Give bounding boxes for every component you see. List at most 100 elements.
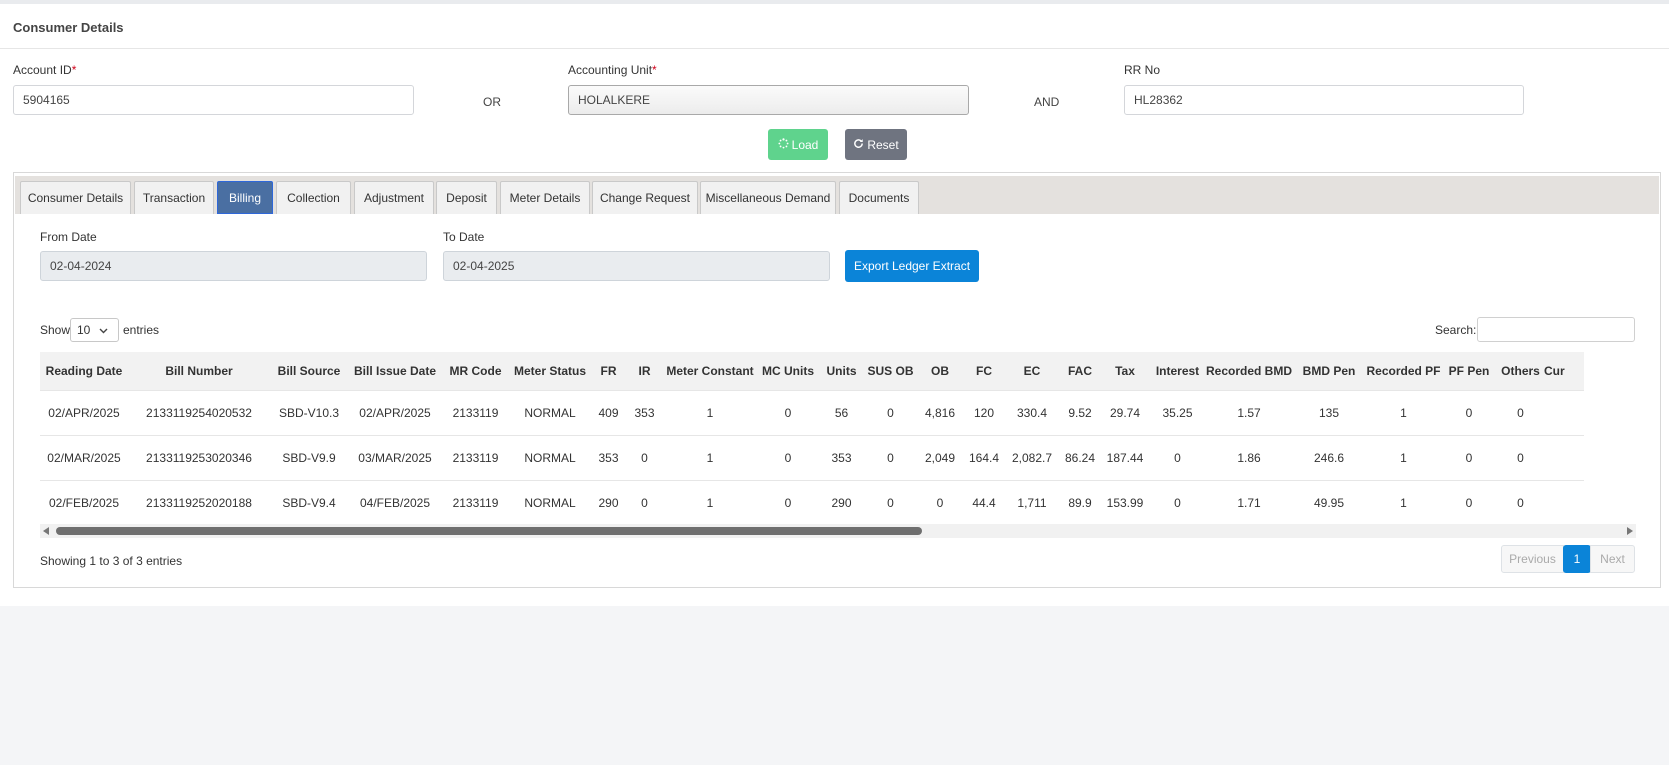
table-cell: 0 [864, 435, 917, 481]
table-cell: 1,711 [1005, 480, 1059, 524]
table-cell: 04/FEB/2025 [348, 480, 442, 524]
column-header[interactable]: MR Code [442, 352, 509, 391]
column-header[interactable]: Bill Issue Date [348, 352, 442, 391]
scroll-right-arrow-icon[interactable] [1627, 527, 1633, 535]
chevron-down-icon [99, 323, 108, 337]
load-button[interactable]: Load [768, 129, 828, 160]
column-header[interactable]: MC Units [757, 352, 819, 391]
table-cell: 1 [663, 390, 757, 436]
page-length-select[interactable]: 10 [70, 318, 119, 342]
column-header[interactable]: OB [917, 352, 963, 391]
export-ledger-button[interactable]: Export Ledger Extract [845, 250, 979, 282]
column-header[interactable]: SUS OB [864, 352, 917, 391]
from-date-label: From Date [40, 230, 97, 244]
column-header[interactable]: Recorded PF [1366, 352, 1442, 391]
table-cell: 0 [1441, 480, 1498, 524]
table-cell: 135 [1292, 390, 1367, 436]
divider [0, 48, 1669, 49]
tab-billing[interactable]: Billing [217, 181, 273, 214]
pagination-page-1[interactable]: 1 [1563, 545, 1591, 573]
table-cell: NORMAL [509, 480, 591, 524]
column-header[interactable]: FC [963, 352, 1005, 391]
search-input[interactable] [1477, 317, 1635, 342]
table-cell: 1.71 [1206, 480, 1293, 524]
table-cell: 1 [1366, 480, 1442, 524]
column-header[interactable]: Units [819, 352, 864, 391]
table-cell: 0 [1497, 435, 1545, 481]
table-cell: 86.24 [1059, 435, 1101, 481]
table-cell: 290 [591, 480, 626, 524]
table-cell: 1 [663, 435, 757, 481]
column-header[interactable]: Meter Status [509, 352, 591, 391]
table-cell [1544, 480, 1585, 524]
table-cell: 120 [963, 390, 1005, 436]
column-header[interactable]: Interest [1149, 352, 1206, 391]
table-row: 02/MAR/2025 2133119253020346 SBD-V9.9 03/MA… [40, 435, 1585, 481]
table-cell: 330.4 [1005, 390, 1059, 436]
table-cell: 0 [757, 390, 819, 436]
account-id-label: Account ID* [13, 63, 77, 77]
billing-table-wrap: Reading Date Bill Number Bill Source Bill I… [40, 352, 1636, 524]
table-cell: 290 [819, 480, 864, 524]
to-date-label: To Date [443, 230, 485, 244]
table-cell: 0 [626, 480, 663, 524]
scroll-left-arrow-icon[interactable] [43, 527, 49, 535]
table-cell: 49.95 [1292, 480, 1367, 524]
column-header[interactable]: PF Pen [1441, 352, 1498, 391]
column-header[interactable]: Tax [1101, 352, 1149, 391]
column-header[interactable]: BMD Pen [1292, 352, 1367, 391]
horizontal-scrollbar[interactable] [40, 524, 1636, 538]
column-header[interactable]: FR [591, 352, 626, 391]
column-header[interactable]: Others [1497, 352, 1545, 391]
column-header[interactable]: Cur [1544, 352, 1585, 391]
table-cell: 0 [1497, 390, 1545, 436]
table-cell: 02/FEB/2025 [40, 480, 128, 524]
scrollbar-thumb[interactable] [56, 527, 922, 535]
table-cell: 0 [1441, 390, 1498, 436]
table-cell: 4,816 [917, 390, 963, 436]
table-header-row: Reading Date Bill Number Bill Source Bill I… [40, 352, 1585, 391]
table-cell: 1.86 [1206, 435, 1293, 481]
pagination-next[interactable]: Next [1590, 545, 1635, 573]
column-header[interactable]: Bill Source [270, 352, 348, 391]
pagination-previous[interactable]: Previous [1501, 545, 1564, 573]
table-cell: 153.99 [1101, 480, 1149, 524]
table-cell: 353 [819, 435, 864, 481]
tab-miscellaneous-demand[interactable]: Miscellaneous Demand [700, 181, 836, 214]
table-cell: 2133119 [442, 435, 509, 481]
table-cell: 1 [1366, 390, 1442, 436]
table-cell [1544, 435, 1585, 481]
table-cell: 0 [1441, 435, 1498, 481]
tab-change-request[interactable]: Change Request [592, 181, 698, 214]
and-text: AND [1034, 95, 1060, 109]
tab-consumer-details[interactable]: Consumer Details [20, 181, 131, 214]
to-date-input[interactable]: 02-04-2025 [443, 251, 830, 281]
table-cell: 2133119254020532 [128, 390, 270, 436]
accounting-unit-select[interactable]: HOLALKERE [568, 85, 969, 115]
table-cell: 44.4 [963, 480, 1005, 524]
tab-meter-details[interactable]: Meter Details [500, 181, 590, 214]
from-date-input[interactable]: 02-04-2024 [40, 251, 427, 281]
column-header[interactable]: IR [626, 352, 663, 391]
column-header[interactable]: Reading Date [40, 352, 128, 391]
tab-bar: Consumer Details Transaction Billing Col… [15, 176, 1659, 214]
column-header[interactable]: Meter Constant [663, 352, 757, 391]
table-cell: 0 [1497, 480, 1545, 524]
reset-button[interactable]: Reset [845, 129, 907, 160]
column-header[interactable]: FAC [1059, 352, 1101, 391]
column-header[interactable]: Recorded BMD [1206, 352, 1293, 391]
column-header[interactable]: Bill Number [128, 352, 270, 391]
tab-documents[interactable]: Documents [839, 181, 919, 214]
table-cell: 35.25 [1149, 390, 1206, 436]
tab-deposit[interactable]: Deposit [436, 181, 497, 214]
table-cell: 2133119252020188 [128, 480, 270, 524]
table-cell: 0 [1149, 480, 1206, 524]
rr-no-input[interactable]: HL28362 [1124, 85, 1524, 115]
column-header[interactable]: EC [1005, 352, 1059, 391]
table-cell: 0 [1149, 435, 1206, 481]
table-cell: 0 [864, 390, 917, 436]
account-id-input[interactable]: 5904165 [13, 85, 414, 115]
tab-adjustment[interactable]: Adjustment [354, 181, 434, 214]
tab-collection[interactable]: Collection [276, 181, 351, 214]
tab-transaction[interactable]: Transaction [134, 181, 214, 214]
